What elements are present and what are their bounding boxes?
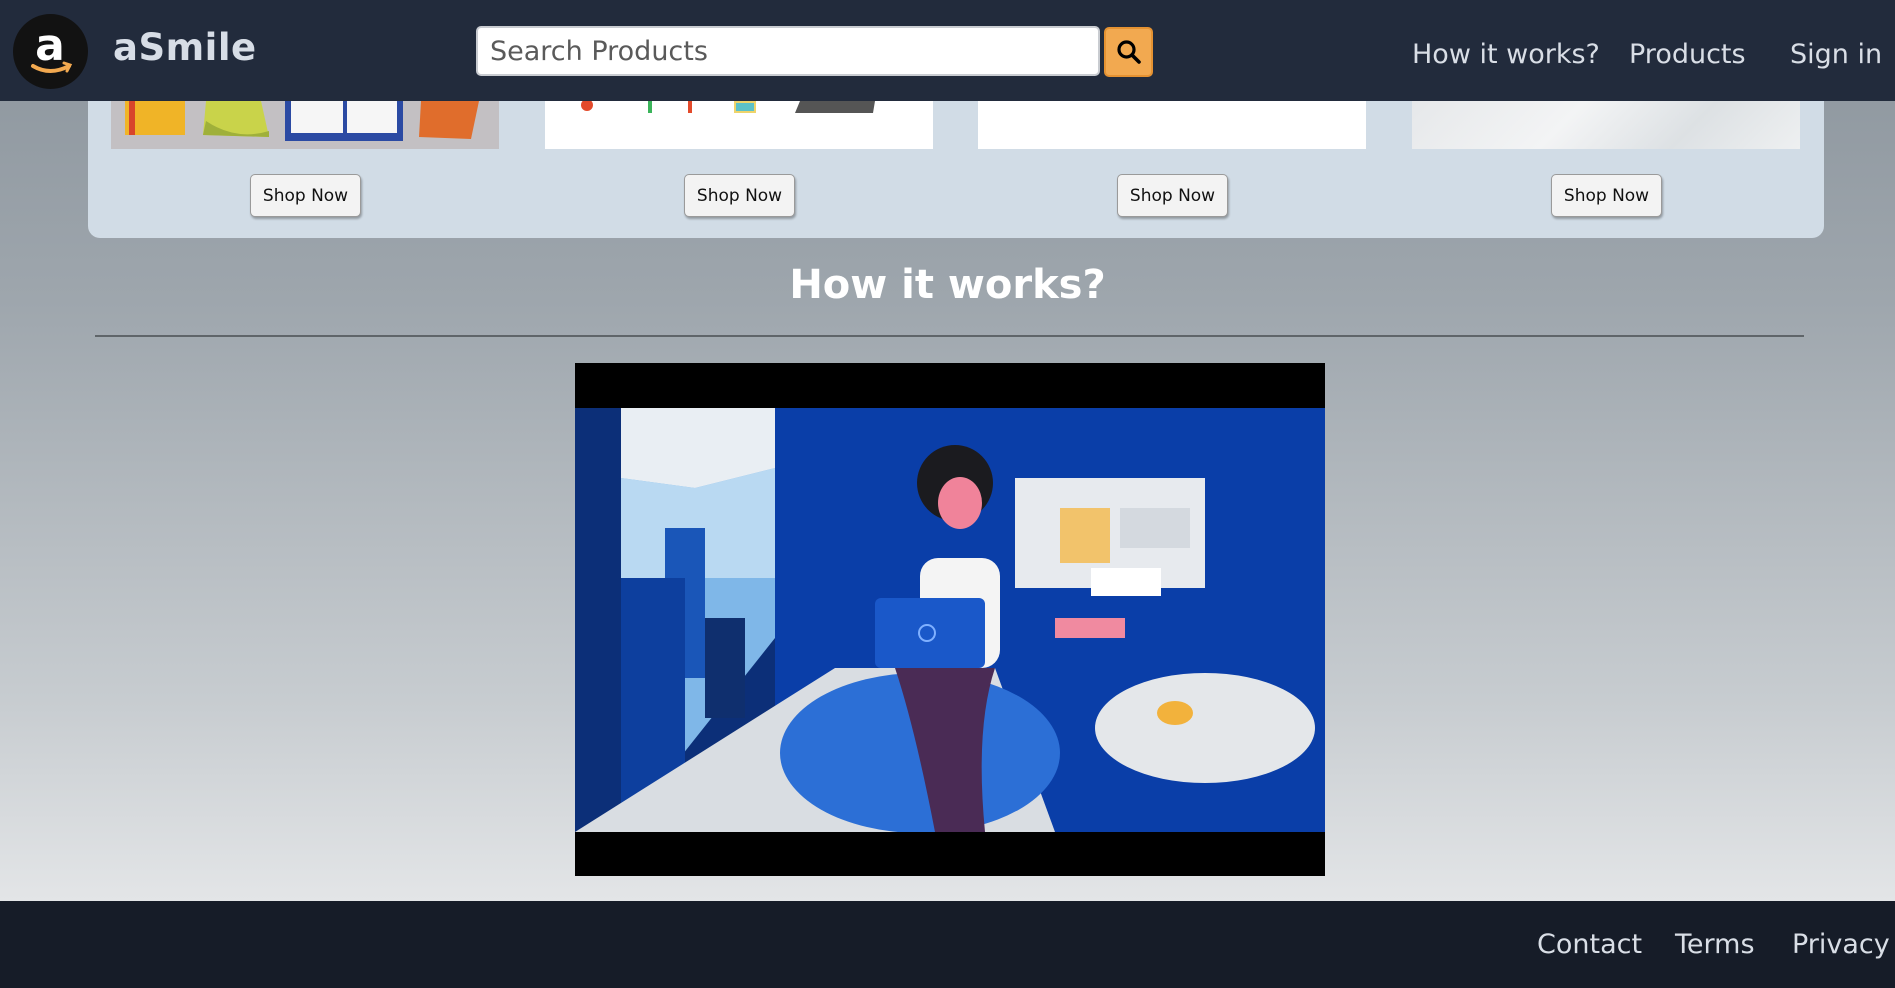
how-it-works-title: How it works?	[789, 262, 1106, 308]
nav-how-it-works[interactable]: How it works?	[1412, 39, 1600, 70]
shop-now-button-1[interactable]: Shop Now	[250, 174, 361, 217]
product-image-paper[interactable]	[978, 101, 1366, 149]
footer-contact-link[interactable]: Contact	[1537, 929, 1642, 960]
nav-sign-in[interactable]: Sign in	[1790, 39, 1882, 70]
footer-privacy-link[interactable]: Privacy	[1792, 929, 1890, 960]
footer: Contact Terms Privacy	[0, 901, 1895, 988]
product-image-supplies[interactable]	[545, 101, 933, 149]
search-icon	[1116, 40, 1141, 64]
shop-now-button-4[interactable]: Shop Now	[1551, 174, 1662, 217]
product-image-fabric[interactable]	[1412, 101, 1800, 149]
svg-text:a: a	[35, 20, 65, 71]
shop-now-button-2[interactable]: Shop Now	[684, 174, 795, 217]
brand-name[interactable]: aSmile	[113, 26, 257, 69]
footer-terms-link[interactable]: Terms	[1675, 929, 1755, 960]
search-input[interactable]	[476, 26, 1100, 76]
search-button[interactable]	[1104, 27, 1153, 77]
product-image-stationery[interactable]	[111, 101, 499, 149]
shop-now-button-3[interactable]: Shop Now	[1117, 174, 1228, 217]
amazon-logo-icon[interactable]: a	[13, 14, 88, 89]
video-frame-illustration	[575, 408, 1325, 832]
top-navbar: a aSmile How it works? Products Sign in	[0, 0, 1895, 101]
how-it-works-video[interactable]	[575, 363, 1325, 876]
nav-products[interactable]: Products	[1629, 39, 1746, 70]
section-divider	[95, 335, 1804, 337]
